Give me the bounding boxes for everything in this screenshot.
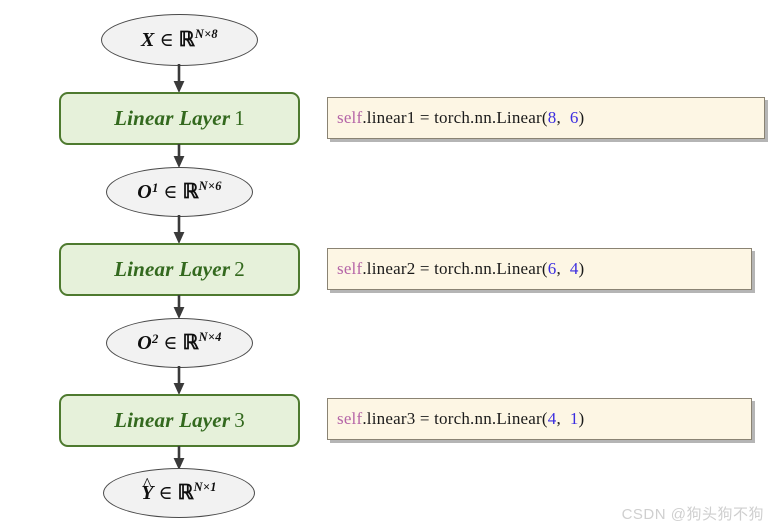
- tensor-symbol-hat: ^ Y: [141, 475, 153, 503]
- code-assign: =: [415, 108, 435, 127]
- tensor-relation: ∈: [163, 332, 178, 354]
- code-arg-out: 1: [569, 409, 579, 428]
- tensor-space: ℝ: [182, 331, 199, 354]
- arrow-layer1-to-o1: [171, 144, 187, 169]
- code-comma: ,: [556, 409, 570, 428]
- tensor-space: ℝ: [177, 481, 194, 504]
- diagram-canvas: X ∈ ℝ N×8 Linear Layer 1 O 1 ∈ ℝ N×6 Lin…: [0, 0, 778, 531]
- layer-name: Linear Layer: [114, 257, 231, 281]
- tensor-space: ℝ: [178, 28, 195, 51]
- tensor-node-output: ^ Y ∈ ℝ N×1: [103, 468, 255, 518]
- layer-name: Linear Layer: [114, 106, 231, 130]
- code-comma: ,: [556, 108, 570, 127]
- code-close-paren: ): [578, 409, 585, 428]
- code-assign: =: [415, 259, 435, 278]
- code-self-token: self: [337, 409, 363, 428]
- layer-box-2: Linear Layer 2: [59, 243, 300, 296]
- tensor-relation: ∈: [159, 29, 174, 51]
- layer-label-3: Linear Layer 3: [114, 408, 245, 433]
- arrow-input-to-layer1: [171, 64, 187, 94]
- code-line-1: self.linear1 = torch.nn.Linear(8, 6): [337, 108, 584, 128]
- tensor-symbol: O: [137, 180, 152, 203]
- layer-index: 2: [234, 257, 245, 281]
- tensor-label-output: ^ Y ∈ ℝ N×1: [141, 474, 217, 504]
- code-line-2: self.linear2 = torch.nn.Linear(6, 4): [337, 259, 584, 279]
- tensor-label-o2: O 2 ∈ ℝ N×4: [137, 330, 222, 354]
- arrow-o2-to-layer3: [171, 366, 187, 396]
- code-close-paren: ): [578, 259, 585, 278]
- tensor-label-o1: O 1 ∈ ℝ N×6: [137, 179, 222, 203]
- layer-index: 1: [234, 106, 245, 130]
- code-arg-out: 4: [569, 259, 579, 278]
- code-close-paren: ): [578, 108, 585, 127]
- code-call: torch.nn.Linear: [434, 259, 542, 278]
- code-call: torch.nn.Linear: [434, 108, 542, 127]
- code-assign: =: [415, 409, 435, 428]
- code-box-3: self.linear3 = torch.nn.Linear(4, 1): [327, 398, 752, 440]
- tensor-node-o2: O 2 ∈ ℝ N×4: [106, 318, 253, 368]
- layer-index: 3: [234, 408, 245, 432]
- tensor-relation: ∈: [158, 482, 173, 504]
- code-self-token: self: [337, 259, 363, 278]
- layer-label-2: Linear Layer 2: [114, 257, 245, 282]
- code-box-1: self.linear1 = torch.nn.Linear(8, 6): [327, 97, 765, 139]
- arrow-o1-to-layer2: [171, 215, 187, 245]
- code-attribute: .linear2: [362, 259, 416, 278]
- tensor-symbol: O: [137, 331, 152, 354]
- tensor-space: ℝ: [182, 180, 199, 203]
- layer-name: Linear Layer: [114, 408, 231, 432]
- code-box-2: self.linear2 = torch.nn.Linear(6, 4): [327, 248, 752, 290]
- tensor-node-o1: O 1 ∈ ℝ N×6: [106, 167, 253, 217]
- layer-label-1: Linear Layer 1: [114, 106, 245, 131]
- tensor-node-input: X ∈ ℝ N×8: [101, 14, 258, 66]
- code-call: torch.nn.Linear: [434, 409, 542, 428]
- hat-accent: ^: [142, 474, 152, 495]
- tensor-relation: ∈: [163, 181, 178, 203]
- layer-box-1: Linear Layer 1: [59, 92, 300, 145]
- tensor-symbol: X: [141, 28, 155, 51]
- code-comma: ,: [556, 259, 570, 278]
- code-line-3: self.linear3 = torch.nn.Linear(4, 1): [337, 409, 584, 429]
- code-attribute: .linear1: [362, 108, 416, 127]
- csdn-watermark: CSDN @狗头狗不狗: [621, 506, 764, 523]
- code-attribute: .linear3: [362, 409, 416, 428]
- layer-box-3: Linear Layer 3: [59, 394, 300, 447]
- arrow-layer2-to-o2: [171, 295, 187, 320]
- tensor-label-input: X ∈ ℝ N×8: [141, 27, 218, 51]
- code-arg-out: 6: [569, 108, 579, 127]
- code-self-token: self: [337, 108, 363, 127]
